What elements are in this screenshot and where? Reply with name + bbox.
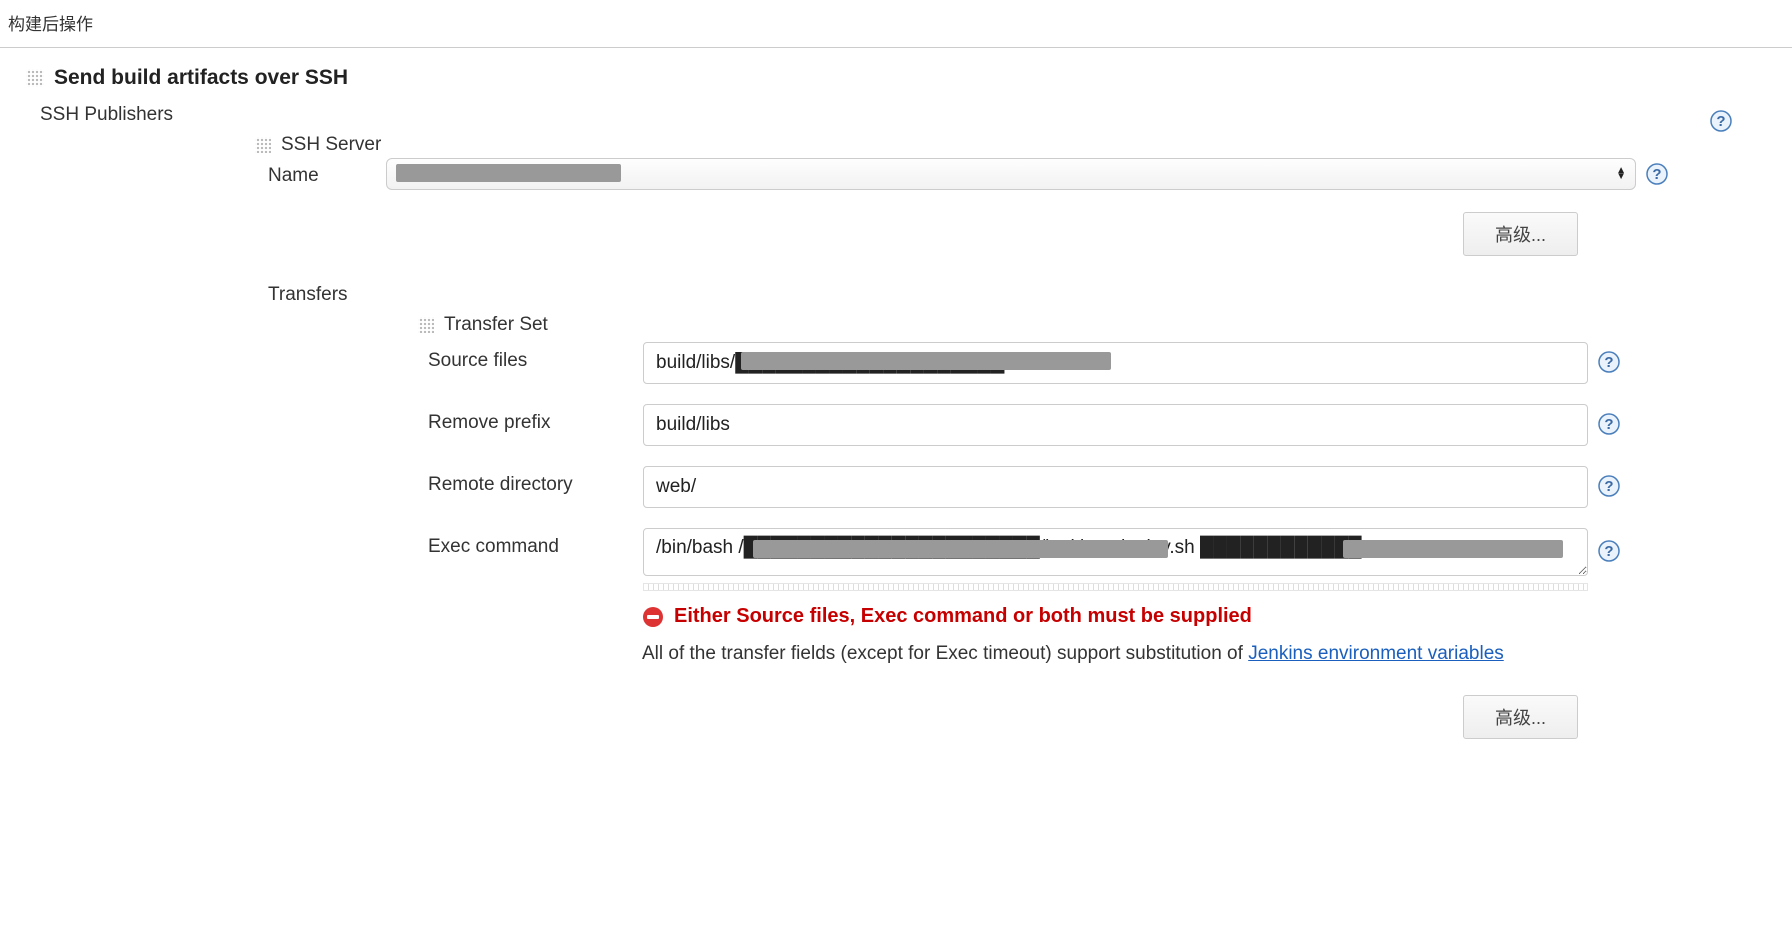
drag-handle-icon[interactable] [255,137,271,153]
help-icon[interactable]: ? [1598,413,1620,435]
help-icon[interactable]: ? [1598,351,1620,373]
help-icon[interactable]: ? [1598,540,1620,562]
transfer-set-label: Transfer Set [444,314,548,336]
help-icon[interactable]: ? [1646,163,1668,185]
post-build-block-header: Send build artifacts over SSH [26,66,1792,90]
drag-handle-icon[interactable] [418,317,434,333]
block-title: Send build artifacts over SSH [54,66,348,90]
drag-handle-icon[interactable] [26,69,44,87]
exec-command-label: Exec command [428,528,643,558]
section-header: 构建后操作 [0,0,1792,48]
ssh-publishers-label: SSH Publishers [40,104,1792,126]
remove-prefix-label: Remove prefix [428,404,643,434]
advanced-button[interactable]: 高级... [1463,212,1578,256]
error-icon [642,606,664,628]
svg-text:?: ? [1652,166,1661,183]
svg-text:?: ? [1604,478,1613,495]
remove-prefix-input[interactable] [643,404,1588,446]
info-text: All of the transfer fields (except for E… [642,640,1562,669]
remote-directory-input[interactable] [643,466,1588,508]
svg-text:?: ? [1604,543,1613,560]
ssh-server-label: SSH Server [281,134,381,156]
help-icon[interactable]: ? [1598,475,1620,497]
svg-text:?: ? [1716,113,1725,130]
name-label: Name [268,161,386,187]
svg-text:?: ? [1604,416,1613,433]
advanced-button[interactable]: 高级... [1463,695,1578,739]
validation-error: Either Source files, Exec command or bot… [642,605,1792,628]
jenkins-env-vars-link[interactable]: Jenkins environment variables [1248,643,1504,664]
source-files-label: Source files [428,342,643,372]
validation-error-text: Either Source files, Exec command or bot… [674,605,1252,628]
remote-directory-label: Remote directory [428,466,643,496]
help-icon[interactable]: ? [1710,110,1732,132]
resize-handle[interactable] [643,583,1588,591]
transfers-label: Transfers [268,284,1792,306]
svg-text:?: ? [1604,354,1613,371]
